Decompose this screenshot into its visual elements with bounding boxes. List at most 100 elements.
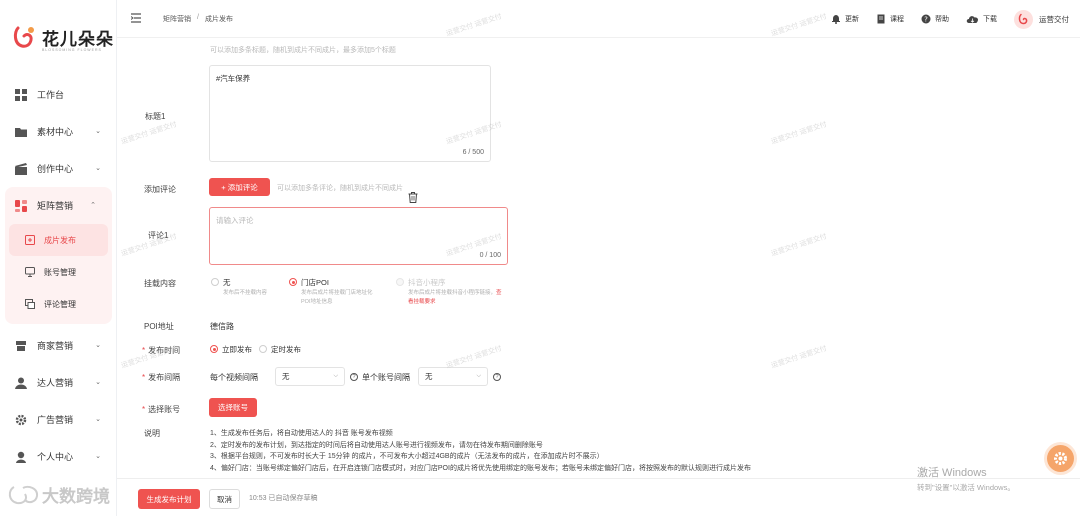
user-name[interactable]: 运营交付 [1039, 14, 1069, 25]
publish-now-radio[interactable]: 立即发布 [210, 344, 252, 355]
sidebar-item-merchant[interactable]: 商家营销 ⌄ [0, 327, 117, 364]
generate-plan-button[interactable]: 生成发布计划 [138, 489, 200, 509]
required-mark: * [142, 373, 146, 382]
menu-collapse-icon[interactable] [131, 13, 141, 23]
select-account-label-text: 选择账号 [148, 405, 181, 414]
per-video-interval-select[interactable]: 无 ⌵ [275, 367, 345, 386]
brand-logo[interactable]: 花儿朵朵 [12, 24, 114, 50]
user-icon [16, 451, 26, 463]
gear-icon [15, 414, 27, 425]
sidebar-item-publish[interactable]: 成片发布 [9, 224, 108, 256]
sidebar-item-ads[interactable]: 广告营销 ⌄ [0, 401, 117, 438]
brand-watermark-text: 大数跨境 [42, 487, 110, 506]
publish-scheduled-radio[interactable]: 定时发布 [259, 344, 301, 355]
sidebar-item-accounts[interactable]: 账号管理 [9, 256, 108, 288]
clapper-icon [15, 162, 27, 175]
select-account-label: * 选择账号 [142, 404, 180, 415]
sidebar-subitem-label: 账号管理 [44, 267, 76, 277]
mount-option-label: 门店POI [301, 278, 329, 287]
breadcrumb-parent[interactable]: 矩阵营销 [163, 14, 191, 24]
note-item: 3、根据平台规则，不可发布时长大于 15分钟 的成片，不可发布大小超过4GB的成… [210, 453, 604, 460]
mount-label: 挂载内容 [144, 279, 176, 288]
publish-time-label: * 发布时间 [142, 345, 180, 356]
top-header: 矩阵营销 / 成片发布 更新 课程 ? 帮助 下载 运营交付 [117, 0, 1080, 38]
gear-icon [1054, 452, 1067, 465]
note-item: 1、生成发布任务后，将自动使用达人的 抖音 账号发布视频 [210, 430, 393, 437]
title-label: 标题1 [145, 112, 166, 121]
interval-help-icon[interactable]: ? [350, 373, 358, 381]
mount-option-desc: 发布后成片将挂载门店地址化POI地址信息 [301, 290, 373, 305]
sidebar-item-material[interactable]: 素材中心 ⌄ [0, 113, 117, 150]
cloud-download-icon [966, 16, 979, 23]
download-button[interactable]: 下载 [966, 14, 997, 24]
autosave-status: 10:53 已自动保存草稿 [249, 495, 318, 502]
update-label: 更新 [845, 16, 859, 23]
chevron-down-icon: ⌵ [333, 373, 338, 379]
brand-subtitle: BLOSSOMING FLOWERS [42, 48, 102, 52]
store-icon [16, 340, 26, 351]
interval-label-text: 发布间隔 [148, 373, 181, 382]
mount-option-desc-text: 发布后成片将挂载抖音小程序链接， [408, 290, 497, 296]
note-item: 4、偏好门店：当账号绑定偏好门店后，在开启连锁门店模式时，对应门店POI的成片将… [210, 464, 751, 472]
chevron-down-icon: ⌵ [476, 373, 481, 379]
course-button[interactable]: 课程 [876, 14, 904, 24]
comment-icon [25, 299, 35, 309]
chevron-down-icon: ⌄ [95, 453, 101, 460]
sidebar-item-workbench[interactable]: 工作台 [0, 76, 117, 113]
radio-dot [211, 278, 219, 286]
sidebar-item-personal[interactable]: 个人中心 ⌄ [0, 438, 117, 475]
sidebar: 花儿朵朵 BLOSSOMING FLOWERS 工作台 素材中心 ⌄ 创作中心 … [0, 0, 117, 516]
select-account-button[interactable]: 选择账号 [209, 398, 257, 417]
sidebar-nav: 工作台 素材中心 ⌄ 创作中心 ⌄ 矩阵营销 ⌃ 成片发布 账号管理 评论管理 … [0, 76, 117, 475]
comment1-placeholder: 请输入评论 [216, 216, 254, 225]
sidebar-item-label: 个人中心 [37, 452, 74, 462]
person-icon [15, 377, 27, 389]
help-button[interactable]: ? 帮助 [921, 14, 949, 24]
comment1-textarea[interactable]: 请输入评论 0 / 100 [209, 207, 508, 265]
bell-icon [832, 15, 840, 24]
notes-list: 1、生成发布任务后，将自动使用达人的 抖音 账号发布视频 2、定时发布的发布计划… [210, 428, 751, 474]
download-label: 下载 [983, 16, 997, 23]
floating-assistant-button[interactable] [1047, 445, 1074, 472]
comment-hint: 可以添加多条评论，随机到成片不同成片 [277, 185, 403, 192]
per-video-interval-label: 每个视频间隔 [210, 373, 258, 382]
mount-option-none[interactable]: 无 发布后不挂载内容 [211, 277, 267, 296]
interval-label: * 发布间隔 [142, 372, 180, 383]
sidebar-item-label: 矩阵营销 [37, 201, 74, 211]
delete-comment-icon[interactable] [408, 192, 418, 203]
title-hint: 可以添加多条标题，随机到成片不同成片，最多添加5个标题 [210, 47, 396, 54]
svg-text:?: ? [924, 16, 928, 24]
note-item: 2、定时发布的发布计划，到达指定的时间后将自动使用达人账号进行视频发布，请勿在待… [210, 441, 543, 449]
per-account-interval-label: 单个账号间隔 [362, 373, 410, 382]
title-textarea[interactable]: #汽车保养 6 / 500 [209, 65, 491, 162]
mount-option-miniprogram[interactable]: 抖音小程序 发布后成片将挂载抖音小程序链接，查看挂载要求 [396, 277, 502, 305]
mount-option-poi[interactable]: 门店POI 发布后成片将挂载门店地址化POI地址信息 [289, 277, 373, 305]
sidebar-subitem-label: 成片发布 [44, 235, 76, 245]
brand-name: 花儿朵朵 [42, 29, 114, 50]
sidebar-item-creation[interactable]: 创作中心 ⌄ [0, 150, 117, 187]
sidebar-item-comments[interactable]: 评论管理 [9, 288, 108, 320]
avatar[interactable] [1014, 9, 1033, 29]
windows-activation-title: 激活 Windows [917, 467, 987, 479]
mount-option-label: 无 [223, 278, 231, 287]
sidebar-item-influencer[interactable]: 达人营销 ⌄ [0, 364, 117, 401]
update-button[interactable]: 更新 [831, 14, 859, 24]
sidebar-item-label: 广告营销 [37, 415, 74, 425]
cancel-button[interactable]: 取消 [209, 489, 240, 509]
monitor-icon [25, 267, 35, 277]
sidebar-item-label: 工作台 [37, 90, 65, 100]
per-account-interval-value: 无 [425, 372, 433, 381]
per-account-interval-select[interactable]: 无 ⌵ [418, 367, 488, 386]
required-mark: * [142, 405, 146, 414]
add-comment-button[interactable]: + 添加评论 [209, 178, 270, 196]
account-interval-help-icon[interactable]: ? [493, 373, 501, 381]
brand-watermark-logo-icon [8, 485, 39, 504]
mount-option-desc: 发布后成片将挂载抖音小程序链接，查看挂载要求 [408, 289, 504, 307]
chevron-down-icon: ⌄ [95, 165, 101, 172]
help-icon: ? [921, 14, 931, 24]
radio-dot [259, 345, 267, 353]
sidebar-group-matrix: 矩阵营销 ⌃ 成片发布 账号管理 评论管理 [5, 187, 112, 324]
publish-form: 可以添加多条标题，随机到成片不同成片，最多添加5个标题 标题1 #汽车保养 6 … [117, 38, 1080, 478]
sidebar-item-matrix[interactable]: 矩阵营销 ⌃ [5, 187, 112, 224]
required-mark: * [142, 346, 146, 355]
